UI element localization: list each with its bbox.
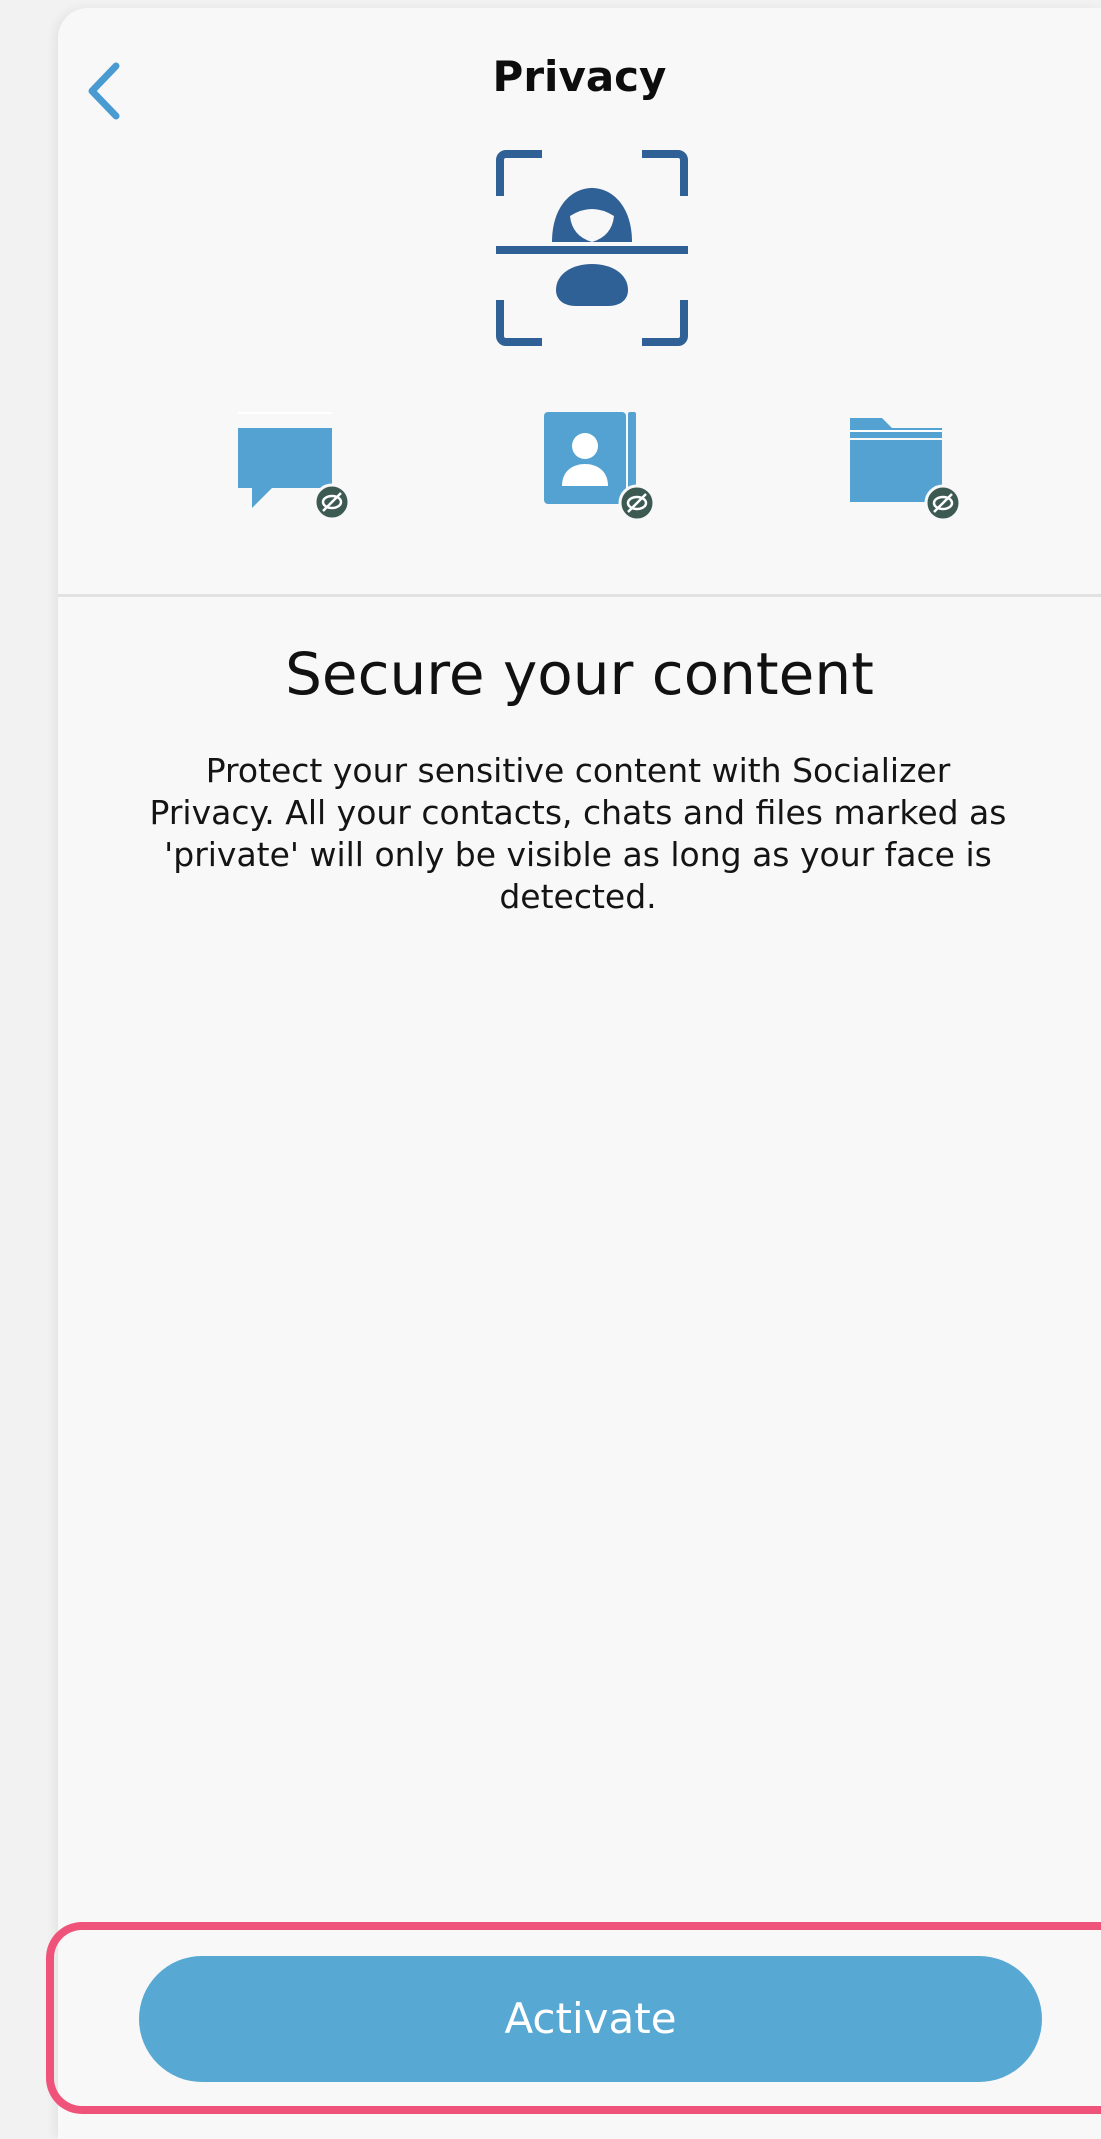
eye-slash-icon [924, 484, 962, 522]
contact-card-icon [544, 412, 656, 522]
folder-icon [850, 418, 962, 522]
eye-slash-icon [618, 484, 656, 522]
eye-slash-icon [313, 483, 350, 521]
face-scan-icon [496, 150, 688, 346]
app-screen: Privacy Secure your content Protect your… [58, 8, 1101, 2139]
headline: Secure your content [285, 640, 874, 708]
description-text: Protect your sensitive content with Soci… [149, 751, 1007, 916]
activate-button[interactable]: Activate [139, 1956, 1042, 2082]
page-title: Privacy [492, 52, 667, 101]
section-divider [58, 594, 1101, 597]
chat-bubble-icon [238, 412, 350, 521]
